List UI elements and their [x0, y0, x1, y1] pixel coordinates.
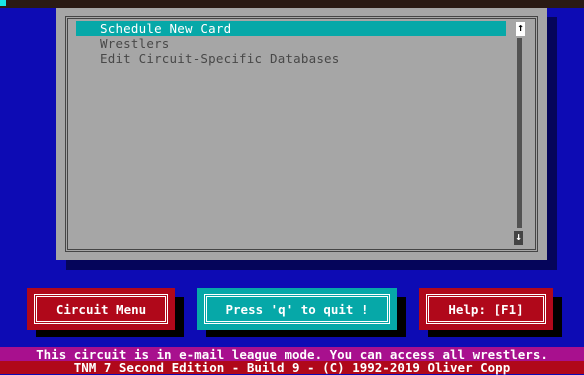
copyright-line: TNM 7 Second Edition - Build 9 - (C) 199… — [0, 361, 584, 374]
window-top-bar — [0, 0, 584, 8]
menu-item-edit-circuit-databases[interactable]: Edit Circuit-Specific Databases — [76, 51, 506, 66]
quit-button-label: Press 'q' to quit ! — [225, 301, 369, 317]
menu-list: Schedule New Card Wrestlers Edit Circuit… — [76, 21, 506, 66]
scroll-down-arrow-icon[interactable]: ↓ — [514, 231, 523, 245]
help-button[interactable]: Help: [F1] — [419, 288, 553, 330]
menu-item-schedule-new-card[interactable]: Schedule New Card — [76, 21, 506, 36]
corner-marker — [0, 0, 6, 6]
circuit-menu-button[interactable]: Circuit Menu — [27, 288, 175, 330]
scroll-up-arrow-icon[interactable]: ↑ — [516, 22, 525, 36]
circuit-menu-button-label: Circuit Menu — [55, 301, 147, 317]
quit-button[interactable]: Press 'q' to quit ! — [197, 288, 397, 330]
scrollbar-track[interactable] — [517, 38, 522, 228]
help-button-label: Help: [F1] — [448, 301, 524, 317]
menu-item-wrestlers[interactable]: Wrestlers — [76, 36, 506, 51]
main-menu-window: Schedule New Card Wrestlers Edit Circuit… — [56, 8, 547, 260]
